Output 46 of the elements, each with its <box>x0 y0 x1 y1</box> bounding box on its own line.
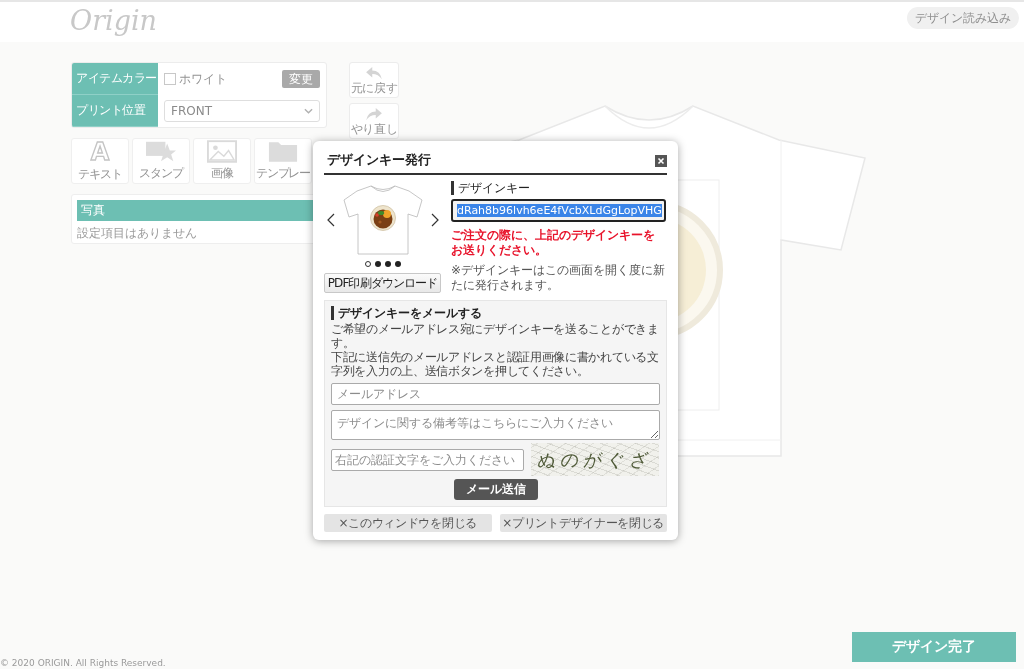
load-design-button[interactable]: デザイン読み込み <box>907 7 1019 29</box>
letter-icon: A <box>90 139 110 164</box>
color-name: ホワイト <box>179 70 228 88</box>
print-position-select[interactable]: FRONT <box>164 100 320 122</box>
note-text: ※デザインキーはこの画面を開く度に新たに発行されます。 <box>451 263 666 293</box>
redo-button[interactable]: やり直し <box>349 103 399 139</box>
slide-dot-icon[interactable] <box>394 261 401 267</box>
copyright-text: © 2020 ORIGIN. All Rights Reserved. <box>0 658 166 669</box>
remarks-field[interactable]: デザインに関する備考等はこちらにご入力ください <box>331 410 660 440</box>
slide-dot-icon[interactable] <box>384 261 391 267</box>
text-tool-button[interactable]: A テキスト <box>71 138 129 184</box>
stamp-tool-button[interactable]: スタンプ <box>132 138 190 184</box>
chevron-right-icon[interactable] <box>430 213 439 227</box>
design-complete-button[interactable]: デザイン完了 <box>852 632 1016 662</box>
change-button[interactable]: 変更 <box>282 70 320 88</box>
folder-icon <box>268 140 298 163</box>
undo-arrow-icon <box>365 65 383 80</box>
email-field[interactable]: メールアドレス <box>331 383 660 405</box>
redo-arrow-icon <box>365 106 383 121</box>
close-option-button[interactable]: ×プリントデザイナーを閉じる <box>499 514 667 532</box>
image-tool-button[interactable]: 画像 <box>193 138 251 184</box>
slide-dot-icon[interactable] <box>364 261 371 267</box>
close-icon[interactable] <box>655 154 667 167</box>
star-stamp-icon <box>146 140 176 163</box>
setting-label: プリント位置 <box>72 95 158 127</box>
close-option-button[interactable]: ×このウィンドウを閉じる <box>324 514 492 532</box>
pdf-download-button[interactable]: PDF印刷ダウンロード <box>324 273 441 293</box>
image-icon <box>207 140 237 163</box>
mail-heading: デザインキーをメールする <box>331 306 482 320</box>
captcha-text: ぬのがぐざ <box>535 448 655 471</box>
undo-button[interactable]: 元に戻す <box>349 62 399 98</box>
chevron-left-icon[interactable] <box>326 213 335 227</box>
send-mail-button[interactable]: メール送信 <box>453 479 538 500</box>
dialog-title: デザインキー発行 <box>327 152 431 169</box>
description-text: 下記に送信先のメールアドレスと認証用画像に書かれている文字列を入力の上、送信ボタンを押してください。 <box>331 350 660 378</box>
color-swatch-icon <box>164 73 176 85</box>
template-tool-button[interactable]: テンプレー <box>254 138 312 184</box>
description-text: ご希望のメールアドレス宛にデザインキーを送ることができます。 <box>331 322 660 350</box>
captcha-field[interactable]: 右記の認証文字をご入力ください <box>331 448 524 471</box>
chevron-down-icon <box>304 108 313 114</box>
key-label: デザインキー <box>451 181 530 195</box>
slide-dot-icon[interactable] <box>374 261 381 267</box>
notice-text: ご注文の際に、上記のデザインキーをお送りください。 <box>451 228 656 258</box>
setting-label: アイテムカラー <box>72 63 158 95</box>
empty-message: 設定項目はありません <box>77 225 198 242</box>
design-key-field[interactable]: dRah8b96lvh6eE4fVcbXLdGgLopVHG <box>451 199 666 222</box>
